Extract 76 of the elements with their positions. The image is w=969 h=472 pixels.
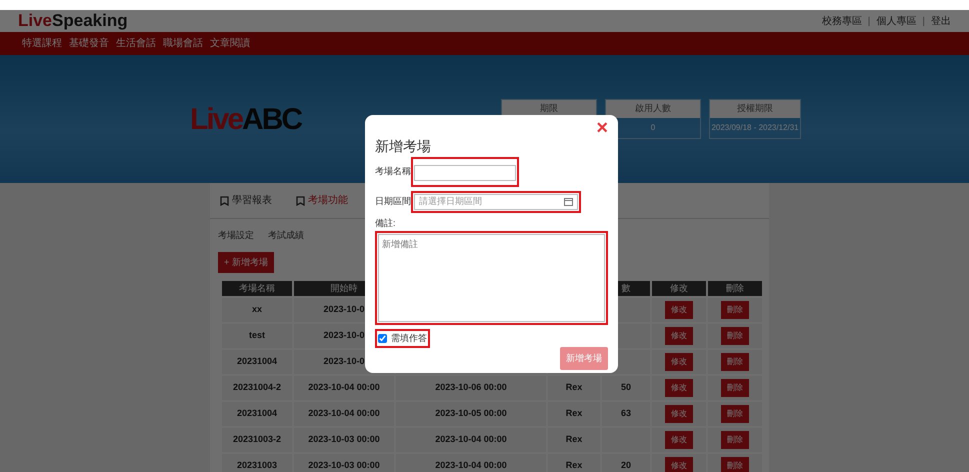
table-cell: xx [222,298,292,322]
column-header: 考場名稱 [222,281,292,296]
separator: | [868,14,870,28]
table-cell: 50 [602,376,650,400]
placeholder-text: 請選擇日期區間 [419,195,483,208]
info-value: 2023/09/18 - 2023/12/31 [710,122,800,134]
edit-button[interactable]: 修改 [665,457,693,472]
table-cell: test [222,324,292,348]
note-textarea[interactable]: 新增備註 [378,234,605,322]
checkbox-control[interactable]: 需填作答 [375,328,430,348]
edit-button[interactable]: 修改 [665,353,693,371]
nav-link[interactable]: 特選課程 [22,36,62,51]
close-button[interactable]: × [596,119,608,137]
table-cell: 2023-10-03 00:00 [294,428,394,452]
info-value: 0 [650,122,656,134]
date-input[interactable]: 請選擇日期區間 [414,194,578,210]
edit-button[interactable]: 修改 [665,431,693,449]
table-cell: 2023-10-04 00:00 [294,402,394,426]
table-cell: Rex [548,402,600,426]
field-label: 備註: [375,217,397,230]
header-link[interactable]: 登出 [931,14,951,28]
modal-title: 新增考場 [375,137,432,155]
edit-button[interactable]: 修改 [665,405,693,423]
checkbox-label: 需填作答 [391,332,427,344]
delete-button[interactable]: 刪除 [721,379,749,397]
table-cell: 20231003-2 [222,428,292,452]
table-cell: 20231004 [222,350,292,374]
edit-button[interactable]: 修改 [665,379,693,397]
table-cell: 2023-10-05 00:00 [396,402,546,426]
delete-button[interactable]: 刪除 [721,327,749,345]
table-cell: Rex [548,376,600,400]
field-label: 日期區間 [375,195,411,208]
edit-button[interactable]: 修改 [665,327,693,345]
edit-button[interactable]: 修改 [665,301,693,319]
nav-link[interactable]: 生活會話 [116,36,156,51]
header-link[interactable]: 個人專區 [876,14,916,28]
submit-button[interactable]: 新增考場 [560,346,608,370]
table-cell: Rex [548,454,600,472]
bookmark-icon [296,196,305,206]
calendar-icon [564,198,573,206]
delete-button[interactable]: 刪除 [721,431,749,449]
delete-button[interactable]: 刪除 [721,405,749,423]
nav-link[interactable]: 文章閱讀 [210,36,250,51]
add-button[interactable]: + 新增考場 [218,252,274,273]
delete-button[interactable]: 刪除 [721,353,749,371]
column-header: 修改 [652,281,706,296]
tab[interactable]: 學習報表 [220,193,272,208]
table-cell: 20 [602,454,650,472]
site-logo: LiveSpeaking [18,10,128,32]
table-cell: 20231003 [222,454,292,472]
header-link[interactable]: 校務專區 [822,14,862,28]
delete-button[interactable]: 刪除 [721,457,749,472]
table-cell: Rex [548,428,600,452]
brand-logo: LiveABC [190,102,302,138]
table-cell: 2023-10-04 00:00 [396,454,546,472]
sub-tab[interactable]: 考場設定 [218,229,254,242]
table-cell: 20231004-2 [222,376,292,400]
nav-link[interactable]: 基礎發音 [69,36,109,51]
table-cell: 2023-10-03 00:00 [294,454,394,472]
bookmark-icon [220,196,229,206]
name-input[interactable] [414,165,516,181]
table-cell: 2023-10-04 00:00 [396,428,546,452]
column-header: 刪除 [708,281,762,296]
info-label: 授權期限 [710,100,800,118]
nav-link[interactable]: 職場會話 [163,36,203,51]
field-label: 考場名稱 [375,165,411,178]
table-cell: 2023-10-06 00:00 [396,376,546,400]
info-label: 啟用人數 [606,100,700,118]
table-cell: 63 [602,402,650,426]
delete-button[interactable]: 刪除 [721,301,749,319]
separator: | [922,14,925,28]
table-cell: 2023-10-04 00:00 [294,376,394,400]
table-cell: 20231004 [222,402,292,426]
checkbox[interactable] [378,334,387,343]
sub-tab[interactable]: 考試成績 [268,229,304,242]
tab[interactable]: 考場功能 [296,193,348,208]
